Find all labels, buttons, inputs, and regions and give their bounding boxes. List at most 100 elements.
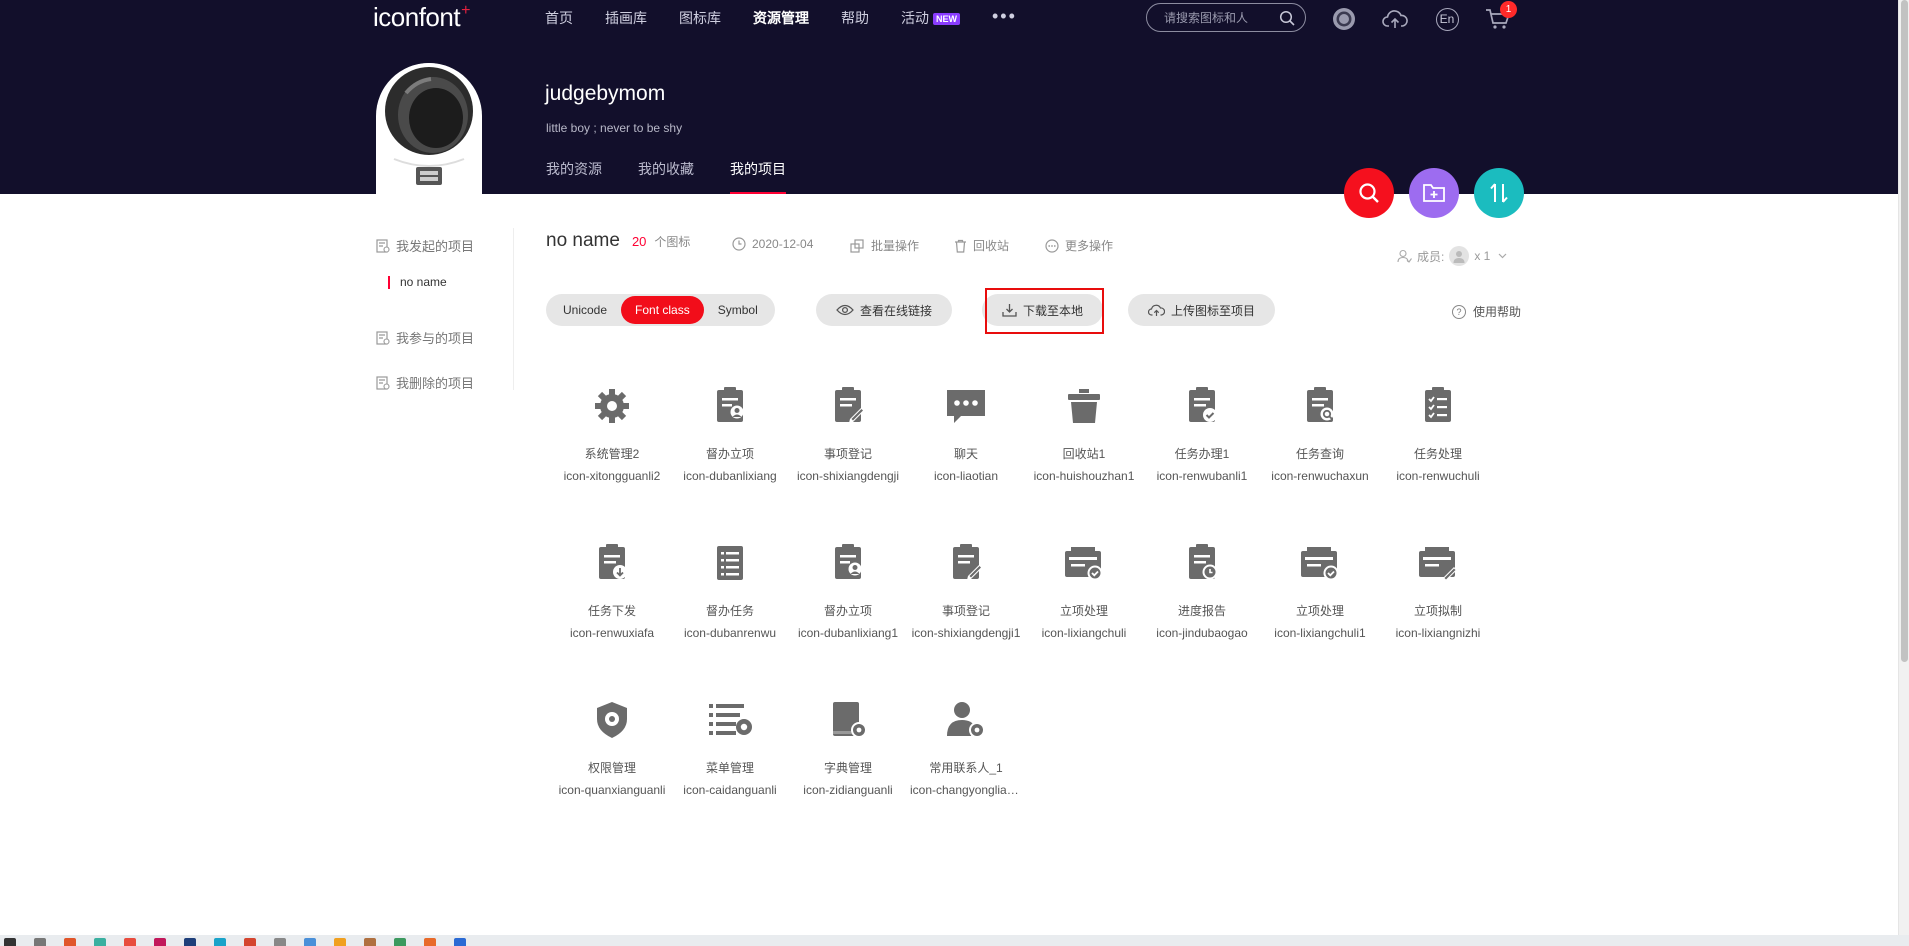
taskbar-app-icon[interactable] <box>454 938 466 946</box>
icon-card[interactable]: 立项处理 icon-lixiangchuli1 <box>1261 543 1379 670</box>
taskbar-app-icon[interactable] <box>364 938 376 946</box>
fab-sort-button[interactable] <box>1474 168 1524 218</box>
search-input[interactable] <box>1164 10 1279 25</box>
recycle-bin-button[interactable]: 回收站 <box>954 237 1009 254</box>
view-online-link-button[interactable]: 查看在线链接 <box>816 294 953 326</box>
sidebar-created-projects[interactable]: 我发起的项目 <box>376 236 474 255</box>
tab-my-favorites[interactable]: 我的收藏 <box>638 159 694 194</box>
icon-card[interactable]: 立项处理 icon-lixiangchuli <box>1025 543 1143 670</box>
icon-card[interactable]: 系统管理2 icon-xitongguanli2 <box>553 386 671 513</box>
tab-my-projects[interactable]: 我的项目 <box>730 159 786 194</box>
sidebar-project-no-name[interactable]: no name <box>388 276 447 289</box>
nav-help[interactable]: 帮助 <box>841 8 869 28</box>
icon-card[interactable]: 督办立项 icon-dubanlixiang <box>671 386 789 513</box>
cart-icon[interactable]: 1 <box>1485 1 1517 32</box>
taskbar-app-icon[interactable] <box>154 938 166 946</box>
mode-font-class[interactable]: Font class <box>621 296 704 324</box>
icon-card[interactable]: 事项登记 icon-shixiangdengji <box>789 386 907 513</box>
icon-name: 任务办理1 <box>1174 447 1230 461</box>
sidebar-joined-projects[interactable]: 我参与的项目 <box>376 328 474 347</box>
sort-arrows-icon <box>1490 183 1508 203</box>
upload-cloud-icon <box>1148 304 1165 316</box>
icon-card[interactable]: 字典管理 icon-zidianguanli <box>789 700 907 827</box>
mode-symbol[interactable]: Symbol <box>704 296 772 324</box>
user-avatar-icon[interactable] <box>1331 6 1357 32</box>
project-date-label: 2020-12-04 <box>752 237 814 251</box>
nav-icon-library[interactable]: 图标库 <box>679 8 721 28</box>
upload-icons-button[interactable]: 上传图标至项目 <box>1128 294 1276 326</box>
search-icon[interactable] <box>1279 10 1295 26</box>
nav-resource-management[interactable]: 资源管理 <box>753 8 809 28</box>
profile-avatar[interactable] <box>376 63 482 195</box>
project-doc-icon <box>376 330 390 345</box>
printer-pen-icon <box>1419 547 1457 582</box>
taskbar-app-icon[interactable] <box>64 938 76 946</box>
icon-card[interactable]: 任务查询 icon-renwuchaxun <box>1261 386 1379 513</box>
icon-card[interactable]: 权限管理 icon-quanxianguanli <box>553 700 671 827</box>
iconfont-logo[interactable]: iconfont+ <box>373 2 470 33</box>
nav-activity[interactable]: 活动 NEW <box>901 8 960 28</box>
icon-card[interactable]: 菜单管理 icon-caidanguanli <box>671 700 789 827</box>
taskbar-app-icon[interactable] <box>274 938 286 946</box>
icon-name: 进度报告 <box>1177 604 1226 618</box>
icon-class: icon-dubanlixiang1 <box>797 626 899 640</box>
icon-class: icon-caidanguanli <box>683 783 777 797</box>
icon-card[interactable]: 任务办理1 icon-renwubanli1 <box>1143 386 1261 513</box>
icon-card[interactable]: 督办立项 icon-dubanlixiang1 <box>789 543 907 670</box>
icon-card[interactable]: 进度报告 icon-jindubaogao <box>1143 543 1261 670</box>
icon-card[interactable]: 任务下发 icon-renwuxiafa <box>553 543 671 670</box>
icon-name: 任务下发 <box>587 604 636 618</box>
taskbar-start-icon[interactable] <box>4 938 16 946</box>
icon-card[interactable]: 常用联系人_1 icon-changyonglianxiren1 <box>907 700 1025 827</box>
download-icon <box>1002 304 1017 317</box>
nav-home[interactable]: 首页 <box>545 8 573 28</box>
taskbar-search-icon[interactable] <box>34 938 46 946</box>
icon-name: 字典管理 <box>823 761 872 775</box>
language-icon[interactable]: En <box>1434 6 1460 32</box>
page-scrollbar[interactable] <box>1898 0 1909 935</box>
upload-cloud-icon[interactable] <box>1382 6 1408 32</box>
taskbar-app-icon[interactable] <box>214 938 226 946</box>
fab-new-folder-button[interactable] <box>1409 168 1459 218</box>
cart-count-badge: 1 <box>1500 1 1517 18</box>
menu-gear-icon <box>709 704 752 735</box>
top-header: iconfont+ 首页 插画库 图标库 资源管理 帮助 活动 NEW ••• E… <box>0 0 1898 195</box>
icon-card[interactable]: 任务处理 icon-renwuchuli <box>1379 386 1497 513</box>
code-mode-switch: Unicode Font class Symbol <box>546 294 775 326</box>
icon-name: 立项处理 <box>1295 604 1344 618</box>
taskbar-app-icon[interactable] <box>394 938 406 946</box>
taskbar-app-icon[interactable] <box>244 938 256 946</box>
taskbar-app-icon[interactable] <box>334 938 346 946</box>
nav-illustrations[interactable]: 插画库 <box>605 8 647 28</box>
clipboard-pen-icon <box>835 387 865 423</box>
taskbar-app-icon[interactable] <box>184 938 196 946</box>
members-count: x 1 <box>1474 249 1491 263</box>
icon-name: 菜单管理 <box>705 761 754 775</box>
more-operations-button[interactable]: 更多操作 <box>1045 237 1113 254</box>
icon-name: 督办任务 <box>705 604 754 618</box>
icon-card[interactable]: 督办任务 icon-dubanrenwu <box>671 543 789 670</box>
icon-card[interactable]: 事项登记 icon-shixiangdengji1 <box>907 543 1025 670</box>
icon-card[interactable]: 聊天 icon-liaotian <box>907 386 1025 513</box>
tab-my-resources[interactable]: 我的资源 <box>546 159 602 194</box>
icon-card[interactable]: 立项拟制 icon-lixiangnizhi <box>1379 543 1497 670</box>
taskbar-app-icon[interactable] <box>424 938 436 946</box>
batch-operation-button[interactable]: 批量操作 <box>850 237 919 254</box>
project-members[interactable]: 成员: x 1 <box>1397 246 1507 266</box>
mode-unicode[interactable]: Unicode <box>549 296 621 324</box>
icon-card[interactable]: 回收站1 icon-huishouzhan1 <box>1025 386 1143 513</box>
icon-name: 督办立项 <box>705 447 754 461</box>
taskbar-app-icon[interactable] <box>124 938 136 946</box>
scrollbar-thumb[interactable] <box>1901 0 1908 662</box>
taskbar-app-icon[interactable] <box>304 938 316 946</box>
download-local-button[interactable]: 下载至本地 <box>982 294 1104 326</box>
taskbar-app-icon[interactable] <box>94 938 106 946</box>
sidebar-deleted-projects[interactable]: 我删除的项目 <box>376 373 474 392</box>
more-menu-icon[interactable]: ••• <box>992 6 1017 27</box>
usage-help-link[interactable]: ? 使用帮助 <box>1452 303 1521 320</box>
icon-class: icon-renwuchaxun <box>1271 469 1369 483</box>
icon-name: 聊天 <box>953 447 978 461</box>
printer-check-icon <box>1065 547 1103 581</box>
list-doc-icon <box>717 546 743 580</box>
fab-search-button[interactable] <box>1344 168 1394 218</box>
